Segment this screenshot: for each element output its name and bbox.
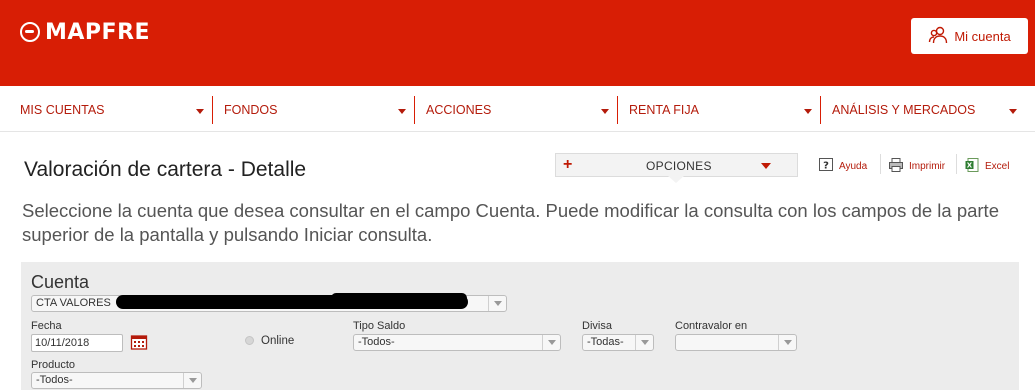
- excel-label: Excel: [985, 161, 1010, 172]
- mapfre-logo[interactable]: MAPFRE: [20, 19, 151, 45]
- top-header: MAPFRE Mi cuenta: [0, 0, 1035, 86]
- chevron-down-icon: [761, 163, 771, 169]
- chevron-down-icon: [635, 335, 653, 350]
- chevron-down-icon[interactable]: [601, 109, 609, 114]
- chevron-down-icon: [542, 335, 560, 350]
- help-label: Ayuda: [839, 161, 868, 172]
- move-icon: +: [563, 156, 573, 173]
- tipo-saldo-label: Tipo Saldo: [353, 320, 406, 332]
- chevron-down-icon: [778, 335, 796, 350]
- filter-panel: Cuenta CTA VALORES Fecha 10/11/2018 Onli…: [21, 262, 1019, 390]
- producto-select[interactable]: -Todos-: [31, 372, 202, 389]
- calendar-icon[interactable]: [130, 333, 148, 356]
- help-icon: ?: [818, 157, 834, 176]
- users-icon: [928, 25, 948, 48]
- divisa-label: Divisa: [582, 320, 612, 332]
- cuenta-label: Cuenta: [31, 272, 90, 292]
- print-button[interactable]: Imprimir: [888, 157, 945, 176]
- nav-divider: [617, 96, 618, 124]
- main-nav: MIS CUENTAS FONDOS ACCIONES RENTA FIJA A…: [0, 86, 1035, 132]
- divisa-select[interactable]: -Todas-: [582, 334, 654, 351]
- print-label: Imprimir: [909, 161, 946, 172]
- nav-item-fondos[interactable]: FONDOS: [216, 96, 277, 124]
- chevron-down-icon[interactable]: [398, 109, 406, 114]
- nav-item-acciones[interactable]: ACCIONES: [418, 96, 491, 124]
- nav-item-label: ACCIONES: [426, 103, 492, 117]
- nav-item-renta-fija[interactable]: RENTA FIJA: [621, 96, 699, 124]
- redaction-mark: [331, 293, 467, 303]
- intro-text: Seleccione la cuenta que desea consultar…: [22, 200, 999, 245]
- tool-divider: [956, 154, 957, 174]
- fecha-value: 10/11/2018: [35, 337, 90, 349]
- mapfre-logo-icon: [20, 22, 40, 42]
- svg-text:?: ?: [823, 161, 829, 172]
- chevron-down-icon[interactable]: [804, 109, 812, 114]
- nav-item-label: ANÁLISIS Y MERCADOS: [832, 103, 976, 117]
- nav-item-label: MIS CUENTAS: [20, 103, 105, 117]
- tipo-saldo-select[interactable]: -Todos-: [353, 334, 561, 351]
- online-label: Online: [261, 335, 295, 347]
- chevron-down-icon[interactable]: [1009, 109, 1017, 114]
- online-radio[interactable]: [245, 336, 254, 345]
- chevron-down-icon[interactable]: [196, 109, 204, 114]
- contravalor-select[interactable]: [675, 334, 797, 351]
- nav-divider: [414, 96, 415, 124]
- printer-icon: [888, 157, 904, 176]
- chevron-down-icon: [488, 296, 506, 311]
- fecha-label: Fecha: [31, 320, 62, 332]
- my-account-label: Mi cuenta: [954, 28, 1011, 44]
- options-dropdown[interactable]: + OPCIONES: [555, 153, 798, 177]
- nav-item-label: FONDOS: [224, 103, 278, 117]
- tipo-saldo-value: -Todos-: [358, 336, 395, 348]
- fecha-input[interactable]: 10/11/2018: [31, 334, 123, 352]
- nav-item-label: RENTA FIJA: [629, 103, 699, 117]
- nav-divider: [212, 96, 213, 124]
- chevron-down-icon: [183, 373, 201, 388]
- brand-name: MAPFRE: [45, 19, 151, 45]
- contravalor-label: Contravalor en: [675, 320, 748, 332]
- options-label: OPCIONES: [646, 159, 712, 173]
- nav-divider: [820, 96, 821, 124]
- divisa-value: -Todas-: [587, 336, 624, 348]
- options-notch: [668, 176, 684, 183]
- excel-icon: X: [964, 157, 980, 176]
- excel-button[interactable]: X Excel: [964, 157, 1009, 176]
- page-title: Valoración de cartera - Detalle: [24, 158, 307, 181]
- producto-value: -Todos-: [36, 374, 73, 386]
- help-button[interactable]: ? Ayuda: [818, 157, 867, 176]
- my-account-button[interactable]: Mi cuenta: [911, 18, 1028, 54]
- cuenta-value: CTA VALORES: [36, 297, 111, 309]
- nav-item-mis-cuentas[interactable]: MIS CUENTAS: [12, 96, 105, 124]
- svg-text:X: X: [967, 162, 973, 170]
- nav-item-analisis-mercados[interactable]: ANÁLISIS Y MERCADOS: [824, 96, 975, 124]
- tool-divider: [880, 154, 881, 174]
- producto-label: Producto: [31, 359, 76, 371]
